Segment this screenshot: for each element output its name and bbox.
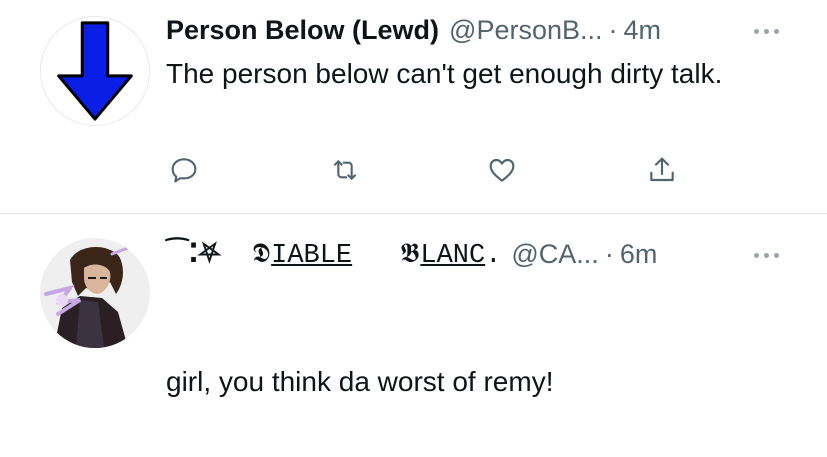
tweet-header: ⁀⁚⛧ 𝕯IABLE 𝕭LANC. @CA... · 6m <box>166 234 657 274</box>
name-word1: IABLE <box>271 240 353 271</box>
more-options-icon[interactable] <box>748 248 784 262</box>
timestamp[interactable]: 4m <box>624 15 662 46</box>
share-icon <box>650 157 674 182</box>
reply-bubble-icon <box>171 158 197 183</box>
name-word2: LANC <box>420 240 486 271</box>
handle[interactable]: @PersonB... <box>449 15 602 46</box>
blue-down-arrow-icon <box>57 21 133 121</box>
tweet-header: Person Below (Lewd) @PersonB... · 4m <box>166 10 661 50</box>
tweet-person-below[interactable]: Person Below (Lewd) @PersonB... · 4m The… <box>0 0 827 213</box>
tweet-diable-blanc[interactable]: ⁀⁚⛧ 𝕯IABLE 𝕭LANC. @CA... · 6m girl, you th… <box>0 214 827 457</box>
like-button[interactable] <box>482 150 522 190</box>
share-button[interactable] <box>642 150 682 190</box>
more-options-icon[interactable] <box>748 24 784 38</box>
name-glyphs: ⁀⁚⛧ <box>166 237 221 269</box>
handle[interactable]: @CA... <box>511 239 598 270</box>
separator-dot: · <box>608 14 618 45</box>
name-end: . <box>485 240 502 271</box>
display-name[interactable]: Person Below (Lewd) <box>166 15 439 46</box>
name-b: 𝕭 <box>400 237 421 269</box>
name-d: 𝕯 <box>252 237 272 269</box>
gambit-character-avatar <box>40 238 150 348</box>
tweet-actions <box>0 150 827 190</box>
retweet-button[interactable] <box>325 150 365 190</box>
reply-button[interactable] <box>164 150 204 190</box>
avatar[interactable] <box>40 16 150 126</box>
tweet-text: The person below can't get enough dirty … <box>166 58 723 89</box>
timestamp[interactable]: 6m <box>620 239 658 270</box>
retweet-icon <box>333 160 357 180</box>
tweet-text: girl, you think da worst of remy! <box>166 366 554 397</box>
avatar[interactable] <box>40 238 150 348</box>
separator-dot: · <box>604 238 614 269</box>
heart-icon <box>489 158 515 182</box>
display-name[interactable]: ⁀⁚⛧ 𝕯IABLE 𝕭LANC. <box>166 238 501 271</box>
